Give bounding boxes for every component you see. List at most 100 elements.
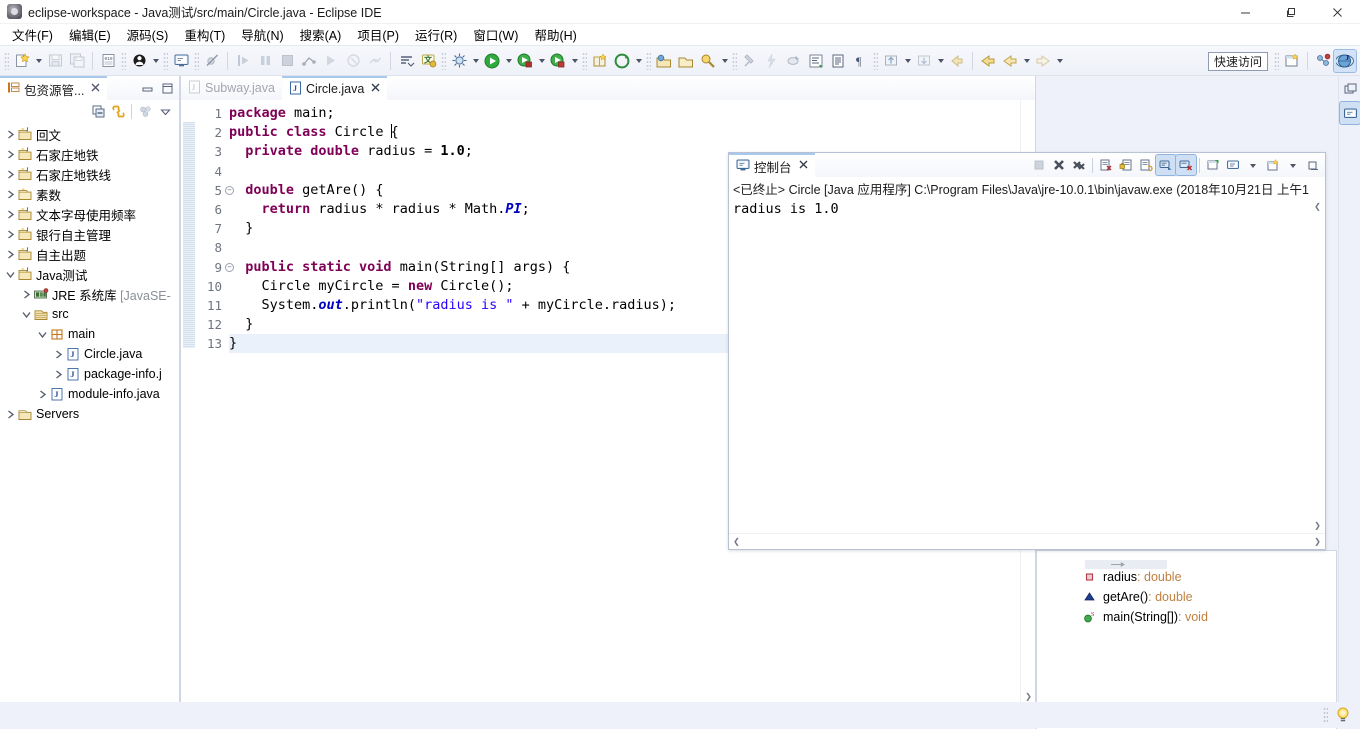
hscroll-track[interactable] <box>744 536 1310 548</box>
chevron-right-icon[interactable] <box>4 130 17 139</box>
export-dropdown-icon[interactable] <box>902 50 913 72</box>
tree-item[interactable]: JJava测试 <box>0 264 179 284</box>
step-over-icon[interactable] <box>254 50 276 72</box>
tree-item[interactable]: 素数 <box>0 184 179 204</box>
code-line[interactable]: public class Circle { <box>229 123 1035 142</box>
maximize-view-icon[interactable] <box>157 78 177 98</box>
run-dropdown-icon[interactable] <box>503 50 514 72</box>
new-java-class-icon[interactable]: 010 <box>97 50 119 72</box>
tab-subway-java[interactable]: J Subway.java <box>181 76 282 100</box>
chevron-down-icon[interactable] <box>36 330 49 339</box>
debug-dropdown-icon[interactable] <box>470 50 481 72</box>
menu-help[interactable]: 帮助(H) <box>526 23 584 46</box>
toolbar-grip-icon[interactable] <box>441 52 446 70</box>
outline-item-main[interactable]: S main(String[]) : void <box>1037 607 1336 627</box>
java-browsing-icon[interactable] <box>1312 50 1334 72</box>
menu-edit[interactable]: 编辑(E) <box>61 23 119 46</box>
chevron-right-icon[interactable] <box>4 190 17 199</box>
new-perspective-icon[interactable] <box>1281 50 1303 72</box>
terminate-icon[interactable] <box>276 50 298 72</box>
run-external-icon[interactable] <box>547 50 569 72</box>
console-output[interactable]: radius is 1.0 <box>729 199 1310 532</box>
tree-item[interactable]: Servers <box>0 404 179 424</box>
toolbar-grip-icon[interactable] <box>4 52 9 70</box>
console-view-icon[interactable] <box>1340 102 1360 124</box>
tree-item[interactable]: J石家庄地铁 <box>0 144 179 164</box>
previous-icon[interactable] <box>977 50 999 72</box>
menu-file[interactable]: 文件(F) <box>4 23 61 46</box>
chevron-right-icon[interactable] <box>4 250 17 259</box>
remove-all-launches-icon[interactable] <box>1069 155 1089 175</box>
filters-icon[interactable] <box>135 101 155 121</box>
scroll-left-icon[interactable]: ❮ <box>729 535 744 549</box>
tree-item[interactable]: J文本字母使用频率 <box>0 204 179 224</box>
outline-item-getare[interactable]: getAre() : double <box>1037 587 1336 607</box>
annotate-icon[interactable] <box>783 50 805 72</box>
link-with-editor-icon[interactable] <box>108 101 128 121</box>
close-icon[interactable] <box>799 160 808 172</box>
menu-run[interactable]: 运行(R) <box>407 23 465 46</box>
open-console-menu-arrow-icon[interactable] <box>1283 155 1303 175</box>
previous-alt-icon[interactable] <box>999 50 1021 72</box>
outline-scroll-fragment[interactable] <box>1085 560 1167 569</box>
tree-item[interactable]: Jmodule-info.java <box>0 384 179 404</box>
tree-item[interactable]: J银行自主管理 <box>0 224 179 244</box>
export-icon[interactable] <box>880 50 902 72</box>
externalize-strings-icon[interactable]: 文 <box>417 50 439 72</box>
step-into-icon[interactable] <box>232 50 254 72</box>
show-console-on-output-icon[interactable] <box>1156 155 1176 175</box>
sort-members-icon[interactable] <box>395 50 417 72</box>
close-icon[interactable] <box>371 83 380 95</box>
menu-navigate[interactable]: 导航(N) <box>233 23 291 46</box>
chevron-right-icon[interactable] <box>4 230 17 239</box>
pin-icon[interactable] <box>739 50 761 72</box>
menu-search[interactable]: 搜索(A) <box>292 23 350 46</box>
display-selected-console-icon[interactable] <box>1223 155 1243 175</box>
javadoc-icon[interactable] <box>827 50 849 72</box>
show-console-on-error-icon[interactable] <box>1176 155 1196 175</box>
chevron-right-icon[interactable] <box>4 210 17 219</box>
previous-dropdown-icon[interactable] <box>1021 50 1032 72</box>
skip-breakpoints-icon[interactable] <box>201 50 223 72</box>
open-console-icon[interactable] <box>170 50 192 72</box>
new-wizard-dropdown-icon[interactable] <box>33 50 44 72</box>
menu-project[interactable]: 项目(P) <box>349 23 407 46</box>
tree-item[interactable]: JCircle.java <box>0 344 179 364</box>
resize-grip-icon[interactable] <box>1323 707 1328 723</box>
run-coverage-dropdown-icon[interactable] <box>536 50 547 72</box>
new-wizard-icon[interactable] <box>11 50 33 72</box>
tree-item[interactable]: JRE 系统库 [JavaSE- <box>0 284 179 304</box>
clear-console-icon[interactable] <box>1096 155 1116 175</box>
resume-icon[interactable] <box>320 50 342 72</box>
scroll-up-icon[interactable]: ❮ <box>1310 199 1325 213</box>
restore-view-icon[interactable] <box>1340 78 1360 100</box>
pin-console-icon[interactable] <box>1203 155 1223 175</box>
suspend-icon[interactable] <box>342 50 364 72</box>
scroll-down-icon[interactable]: ❯ <box>1021 689 1036 703</box>
toolbar-grip-icon[interactable] <box>582 52 587 70</box>
tab-package-explorer[interactable]: 包资源管... <box>0 76 107 100</box>
menu-source[interactable]: 源码(S) <box>119 23 177 46</box>
annotation-ruler[interactable] <box>181 100 197 723</box>
chevron-right-icon[interactable] <box>36 390 49 399</box>
tree-item[interactable]: J石家庄地铁线 <box>0 164 179 184</box>
format-icon[interactable] <box>805 50 827 72</box>
toolbar-grip-icon[interactable] <box>646 52 651 70</box>
back-icon[interactable] <box>946 50 968 72</box>
minimize-icon[interactable] <box>1222 0 1268 24</box>
toolbar-grip-icon[interactable] <box>121 52 126 70</box>
toolbar-grip-icon[interactable] <box>194 52 199 70</box>
run-icon[interactable] <box>481 50 503 72</box>
toggle-breakpoint-icon[interactable] <box>298 50 320 72</box>
minimize-view-icon[interactable] <box>137 78 157 98</box>
refresh-dropdown-icon[interactable] <box>633 50 644 72</box>
chevron-right-icon[interactable] <box>4 150 17 159</box>
import-dropdown-icon[interactable] <box>935 50 946 72</box>
lightning-icon[interactable] <box>761 50 783 72</box>
tab-console[interactable]: 控制台 <box>729 153 815 177</box>
toolbar-grip-icon[interactable] <box>1274 52 1279 70</box>
pilcrow-icon[interactable]: ¶ <box>849 50 871 72</box>
forward-dropdown-icon[interactable] <box>1054 50 1065 72</box>
new-annotation-icon[interactable] <box>128 50 150 72</box>
tree-item[interactable]: J回文 <box>0 124 179 144</box>
